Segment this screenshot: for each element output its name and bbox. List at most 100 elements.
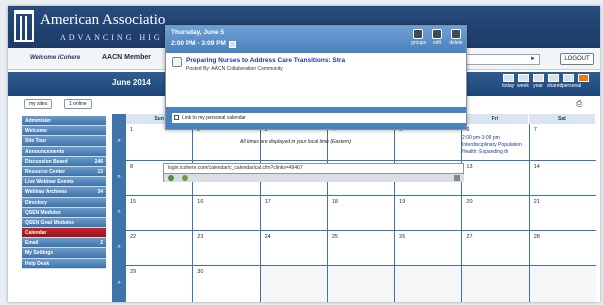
online-count-button[interactable]: 1 online (64, 99, 92, 109)
sidebar-item[interactable]: Webinar Archives 34 (22, 187, 106, 198)
personal-calendar-checkbox[interactable] (174, 115, 179, 120)
week-link-icon[interactable]: » (112, 138, 126, 144)
logout-button[interactable]: LOGOUT (560, 53, 594, 65)
view-today[interactable]: today (502, 74, 514, 89)
sidebar-item[interactable]: My Settings (22, 248, 106, 259)
sidebar-item-label: Calendar (25, 230, 47, 237)
sidebar-item-label: Help Desk (25, 260, 50, 267)
sidebar-item-label: Administer (25, 118, 52, 124)
popup-header: Thursday, June 5 2:00 PM - 3:09 PM group… (166, 26, 466, 53)
delete-icon (451, 29, 461, 39)
browser-page: American Associatio ADVANCING HIG Welcom… (8, 6, 600, 302)
calendar-day[interactable]: 18 (327, 196, 395, 230)
rss-feed[interactable] (577, 74, 589, 89)
calendar-day[interactable]: 24 (260, 231, 327, 265)
calendar-day[interactable]: 19 (395, 196, 462, 230)
view-week[interactable]: week (517, 74, 529, 89)
popup-close-icon[interactable] (229, 41, 236, 48)
day-number: 18 (331, 199, 338, 205)
day-number: 29 (130, 269, 137, 275)
day-number: 26 (399, 234, 406, 240)
sidebar-item[interactable]: Calendar (22, 228, 106, 239)
view-shared[interactable]: shared (547, 74, 562, 89)
week-link-icon[interactable]: » (112, 174, 126, 180)
edit-button[interactable]: edit (430, 29, 444, 46)
sidebar-item[interactable]: Administer (22, 116, 106, 127)
sidebar-item-label: Live Webinar Events (25, 179, 74, 186)
sidebar-item-label: QSEN Modules (25, 209, 61, 216)
view-switcher: today week year shared personal (502, 74, 589, 89)
calendar-day[interactable]: 22 (126, 231, 193, 265)
member-title: AACN Member (102, 54, 152, 61)
day-number: 25 (331, 234, 338, 240)
logo-icon (14, 10, 34, 42)
calendar-day[interactable]: 7 (529, 124, 596, 160)
sidebar-nav: Administer Welcome Site Tour Announcements D… (22, 116, 106, 269)
day-number: 19 (399, 199, 406, 205)
my-sites-button[interactable]: my sites (24, 99, 53, 109)
calendar-day[interactable]: 23 (193, 231, 260, 265)
sidebar-item[interactable]: Discussion Board 246 (22, 156, 106, 167)
sidebar-item-label: Resource Center (25, 168, 66, 175)
groups-button[interactable]: groups (411, 29, 426, 46)
calendar-day[interactable]: 13 (462, 161, 529, 195)
day-number: 23 (197, 234, 204, 240)
calendar-day[interactable]: 14 (529, 161, 596, 195)
calendar-day[interactable]: 15 (126, 196, 193, 230)
calendar-day (327, 266, 395, 302)
sidebar-item[interactable]: Resource Center 13 (22, 166, 106, 178)
day-number: 27 (466, 234, 473, 240)
sidebar-item[interactable]: Email 2 (22, 238, 106, 249)
calendar-event[interactable]: 2:00 pm-3:09 pm Interdisciplinary Popula… (462, 135, 530, 156)
calendar-day[interactable]: 28 (529, 231, 596, 265)
sidebar-item[interactable]: Announcements (22, 146, 106, 157)
sidebar-item[interactable]: Site Tour (22, 136, 106, 147)
status-url: login.icohere.com/calendar/c_calendarica… (168, 165, 303, 171)
sidebar-item[interactable]: QSEN Modules (22, 207, 106, 218)
close-icon[interactable] (454, 175, 460, 181)
calendar-day (529, 266, 596, 302)
sidebar-item-count: 2 (100, 240, 103, 247)
brand-name: American Associatio (40, 12, 166, 28)
day-number: 30 (197, 269, 204, 275)
calendar-day[interactable]: 20 (462, 196, 529, 230)
week-link-icon[interactable]: » (112, 209, 126, 215)
week-link-icon[interactable]: » (112, 244, 126, 250)
print-icon[interactable]: ⎙ (576, 99, 582, 109)
event-title-link[interactable]: Preparing Nurses to Address Care Transit… (186, 57, 345, 64)
sidebar-item[interactable]: Welcome (22, 126, 106, 137)
search-input[interactable]: ► (466, 54, 540, 65)
event-date: Thursday, June 5 (171, 29, 224, 36)
edit-icon (432, 29, 442, 39)
sidebar-item-count: 246 (94, 158, 103, 165)
event-popup: Thursday, June 5 2:00 PM - 3:09 PM group… (165, 25, 467, 130)
weekday-label: Fri (461, 114, 529, 124)
calendar-day[interactable]: 30 (193, 266, 260, 302)
calendar-day[interactable]: 27 (462, 231, 529, 265)
sidebar-item[interactable]: Live Webinar Events (22, 177, 106, 188)
personal-calendar-link[interactable]: Link to my personal calendar (172, 113, 466, 123)
calendar-day[interactable]: 16 (193, 196, 260, 230)
day-number: 28 (533, 234, 540, 240)
sidebar-item[interactable]: Help Desk (22, 258, 106, 269)
event-posted-by: Posted By: AACN Collaboration Community (186, 66, 283, 72)
sidebar-item-label: Webinar Archives (25, 189, 67, 196)
calendar-day[interactable]: 25 (327, 231, 395, 265)
sidebar-item-count: 13 (97, 168, 103, 175)
calendar-day[interactable]: 26 (395, 231, 462, 265)
view-personal[interactable]: personal (562, 74, 581, 89)
sidebar-item-label: QSEN Grad Modules (25, 219, 74, 226)
event-time: 2:00 PM - 3:09 PM (171, 40, 226, 47)
month-title: June 2014 (112, 78, 151, 87)
sidebar-item[interactable]: QSEN Grad Modules (22, 217, 106, 229)
status-popup: login.icohere.com/calendar/c_calendarica… (163, 163, 464, 182)
delete-button[interactable]: delete (449, 29, 463, 46)
week-link-icon[interactable]: » (112, 280, 126, 286)
calendar-day[interactable]: 29 (126, 266, 193, 302)
calendar-day[interactable]: 21 (529, 196, 596, 230)
search-go-icon[interactable]: ► (530, 56, 536, 62)
view-year[interactable]: year (532, 74, 544, 89)
sidebar-item[interactable]: Directory (22, 197, 106, 208)
day-number: 13 (466, 164, 473, 170)
calendar-day[interactable]: 17 (260, 196, 327, 230)
